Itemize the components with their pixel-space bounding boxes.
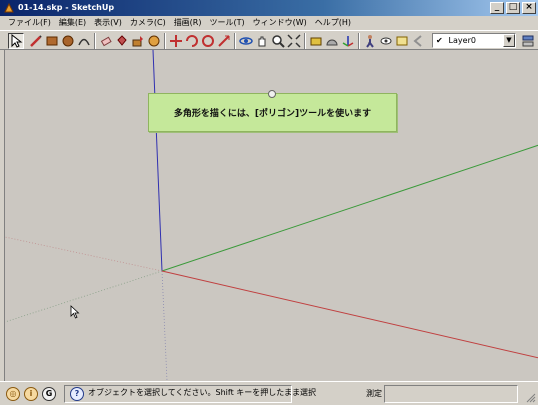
select-arrow-icon[interactable] bbox=[8, 33, 24, 49]
main-toolbar: ✔ Layer0 ▼ bbox=[0, 30, 538, 50]
toolbar-separator bbox=[164, 33, 166, 49]
tooltip-text: 多角形を描くには、[ポリゴン]ツールを使います bbox=[173, 109, 372, 119]
check-icon: ✔ bbox=[436, 36, 443, 45]
instructor-tooltip: 多角形を描くには、[ポリゴン]ツールを使います bbox=[148, 90, 397, 132]
sketchup-app-icon bbox=[4, 2, 14, 13]
toolbar-separator bbox=[358, 33, 360, 49]
arc-icon[interactable] bbox=[76, 33, 92, 49]
offset-icon[interactable] bbox=[200, 33, 216, 49]
menu-view[interactable]: 表示(V) bbox=[90, 16, 126, 30]
blue-axis-dotted bbox=[161, 270, 168, 381]
layer-manager-icon[interactable] bbox=[520, 33, 536, 49]
toolbar-separator bbox=[304, 33, 306, 49]
mouse-cursor-icon bbox=[70, 305, 80, 319]
push-pull-icon[interactable] bbox=[130, 33, 146, 49]
measurements-input[interactable] bbox=[384, 385, 518, 403]
zoom-extents-icon[interactable] bbox=[286, 33, 302, 49]
title-bar: 01-14.skp - SketchUp _ □ × bbox=[0, 0, 538, 16]
circle-icon[interactable] bbox=[60, 33, 76, 49]
menu-edit[interactable]: 編集(E) bbox=[55, 16, 90, 30]
rotate-icon[interactable] bbox=[184, 33, 200, 49]
eraser-icon[interactable] bbox=[98, 33, 114, 49]
red-axis-solid bbox=[161, 270, 538, 359]
protractor-icon[interactable] bbox=[324, 33, 340, 49]
toolbar-separator bbox=[234, 33, 236, 49]
menu-window[interactable]: ウィンドウ(W) bbox=[249, 16, 311, 30]
drawing-viewport[interactable]: 多角形を描くには、[ポリゴン]ツールを使います bbox=[4, 50, 538, 381]
layer-name: Layer0 bbox=[448, 36, 476, 45]
red-axis-dotted bbox=[5, 236, 163, 272]
menu-draw[interactable]: 描画(R) bbox=[170, 16, 206, 30]
blue-axis-solid bbox=[152, 50, 163, 272]
minimize-button[interactable]: _ bbox=[490, 2, 504, 14]
pencil-icon[interactable] bbox=[28, 33, 44, 49]
paint-bucket-icon[interactable] bbox=[114, 33, 130, 49]
geolocation-icon[interactable]: ◎ bbox=[6, 387, 20, 401]
green-axis-solid bbox=[161, 144, 538, 272]
orbit-icon[interactable] bbox=[238, 33, 254, 49]
previous-view-icon[interactable] bbox=[410, 33, 426, 49]
green-axis-dotted bbox=[5, 270, 163, 323]
menu-help[interactable]: ヘルプ(H) bbox=[311, 16, 355, 30]
scale-icon[interactable] bbox=[216, 33, 232, 49]
follow-me-icon[interactable] bbox=[146, 33, 162, 49]
zoom-icon[interactable] bbox=[270, 33, 286, 49]
credits-icon[interactable]: i bbox=[24, 387, 38, 401]
user-icon[interactable]: G bbox=[42, 387, 56, 401]
walk-icon[interactable] bbox=[362, 33, 378, 49]
rectangle-icon[interactable] bbox=[44, 33, 60, 49]
menu-tools[interactable]: ツール(T) bbox=[206, 16, 249, 30]
move-icon[interactable] bbox=[168, 33, 184, 49]
resize-grip-icon[interactable] bbox=[524, 391, 536, 403]
look-around-icon[interactable] bbox=[378, 33, 394, 49]
window-title: 01-14.skp - SketchUp bbox=[18, 3, 115, 12]
pan-icon[interactable] bbox=[254, 33, 270, 49]
menu-camera[interactable]: カメラ(C) bbox=[126, 16, 170, 30]
toolbar-separator bbox=[94, 33, 96, 49]
close-button[interactable]: × bbox=[522, 2, 536, 14]
sketchup-window: 01-14.skp - SketchUp _ □ × ファイル(F) 編集(E)… bbox=[0, 0, 538, 405]
section-icon[interactable] bbox=[394, 33, 410, 49]
status-message: オブジェクトを選択してください。Shift キーを押したまま選択 bbox=[88, 388, 317, 397]
layer-select[interactable]: ✔ Layer0 ▼ bbox=[432, 33, 516, 48]
status-bar: ◎ i G ? オブジェクトを選択してください。Shift キーを押したまま選択… bbox=[0, 381, 538, 405]
pin-icon bbox=[268, 90, 276, 98]
chevron-down-icon[interactable]: ▼ bbox=[503, 34, 515, 47]
maximize-button[interactable]: □ bbox=[506, 2, 520, 14]
tape-measure-icon[interactable] bbox=[308, 33, 324, 49]
menu-bar: ファイル(F) 編集(E) 表示(V) カメラ(C) 描画(R) ツール(T) … bbox=[0, 16, 538, 30]
measurements-label: 測定 bbox=[366, 389, 382, 398]
menu-file[interactable]: ファイル(F) bbox=[4, 16, 55, 30]
window-controls: _ □ × bbox=[490, 2, 536, 14]
axes-icon[interactable] bbox=[340, 33, 356, 49]
